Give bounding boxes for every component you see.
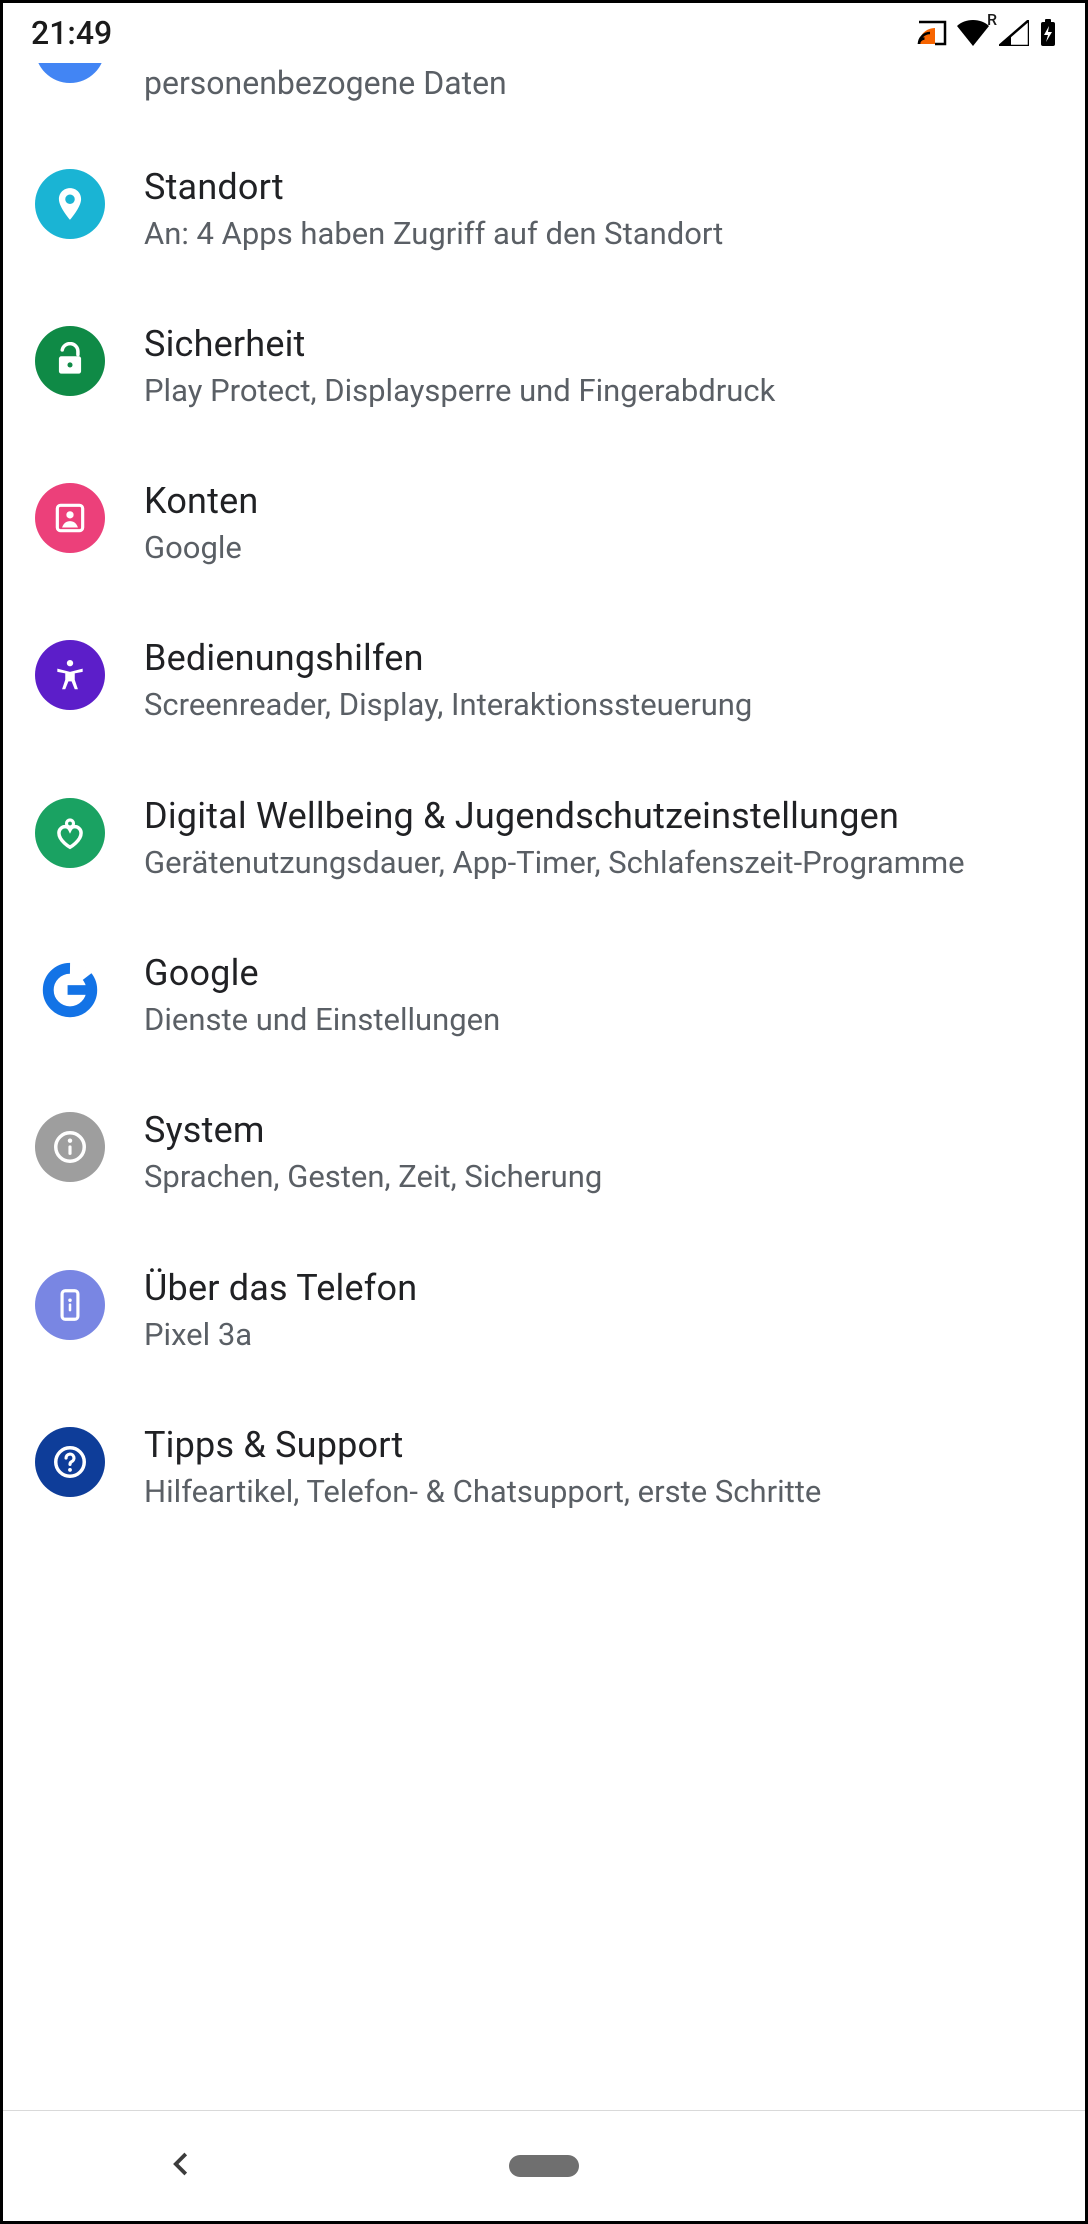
signal-icon [999,20,1029,46]
settings-item-konten[interactable]: Konten Google [3,445,1085,602]
settings-item-title: Google [144,951,1045,996]
settings-item-subtitle: Google [144,528,1045,568]
settings-item-subtitle: Dienste und Einstellungen [144,1000,1045,1040]
location-icon [35,169,105,239]
settings-item-wellbeing[interactable]: Digital Wellbeing & Jugendschutzeinstell… [3,760,1085,917]
status-time: 21:49 [31,14,112,52]
settings-item-title: Über das Telefon [144,1266,1045,1311]
settings-item-subtitle: Gerätenutzungsdauer, App-Timer, Schlafen… [144,843,1045,883]
settings-item-title: Bedienungshilfen [144,636,1045,681]
settings-item-subtitle: Pixel 3a [144,1315,1045,1355]
cast-icon [917,20,947,46]
phone-info-icon [35,1270,105,1340]
nav-home-pill[interactable] [509,2155,579,2177]
status-icons: R [917,19,1057,47]
settings-item-title: System [144,1108,1045,1153]
settings-item-subtitle: An: 4 Apps haben Zugriff auf den Standor… [144,214,1045,254]
settings-item-title: Konten [144,479,1045,524]
settings-item-subtitle: Sprachen, Gesten, Zeit, Sicherung [144,1157,1045,1197]
settings-item-subtitle: personenbezogene Daten [144,64,507,102]
settings-item-subtitle: Hilfeartikel, Telefon- & Chatsupport, er… [144,1472,1045,1512]
nav-back-button[interactable] [167,2149,197,2183]
account-icon [35,483,105,553]
settings-item-title: Sicherheit [144,322,1045,367]
navigation-bar [3,2110,1085,2221]
privacy-icon [35,63,105,83]
settings-item-title: Digital Wellbeing & Jugendschutzeinstell… [144,794,1045,839]
wellbeing-icon [35,798,105,868]
settings-item-title: Tipps & Support [144,1423,1045,1468]
google-icon [35,955,105,1025]
settings-item-subtitle: Play Protect, Displaysperre und Fingerab… [144,371,1045,411]
settings-item-about-phone[interactable]: Über das Telefon Pixel 3a [3,1232,1085,1389]
settings-item-google[interactable]: Google Dienste und Einstellungen [3,917,1085,1074]
accessibility-icon [35,640,105,710]
battery-charging-icon [1039,19,1057,47]
help-icon [35,1427,105,1497]
settings-item-system[interactable]: System Sprachen, Gesten, Zeit, Sicherung [3,1074,1085,1231]
settings-list: personenbezogene Daten Standort An: 4 Ap… [3,63,1085,2111]
wifi-icon [957,20,989,46]
settings-item-bedienungshilfen[interactable]: Bedienungshilfen Screenreader, Display, … [3,602,1085,759]
settings-item-tipps-support[interactable]: Tipps & Support Hilfeartikel, Telefon- &… [3,1389,1085,1546]
settings-item-subtitle: Screenreader, Display, Interaktionssteue… [144,685,1045,725]
signal-roaming-label: R [987,10,997,29]
settings-item-sicherheit[interactable]: Sicherheit Play Protect, Displaysperre u… [3,288,1085,445]
settings-item-title: Standort [144,165,1045,210]
settings-item-standort[interactable]: Standort An: 4 Apps haben Zugriff auf de… [3,131,1085,288]
info-icon [35,1112,105,1182]
settings-item-datenschutz-partial[interactable]: personenbezogene Daten [3,63,1085,131]
lock-open-icon [35,326,105,396]
status-bar: 21:49 R [3,3,1085,63]
